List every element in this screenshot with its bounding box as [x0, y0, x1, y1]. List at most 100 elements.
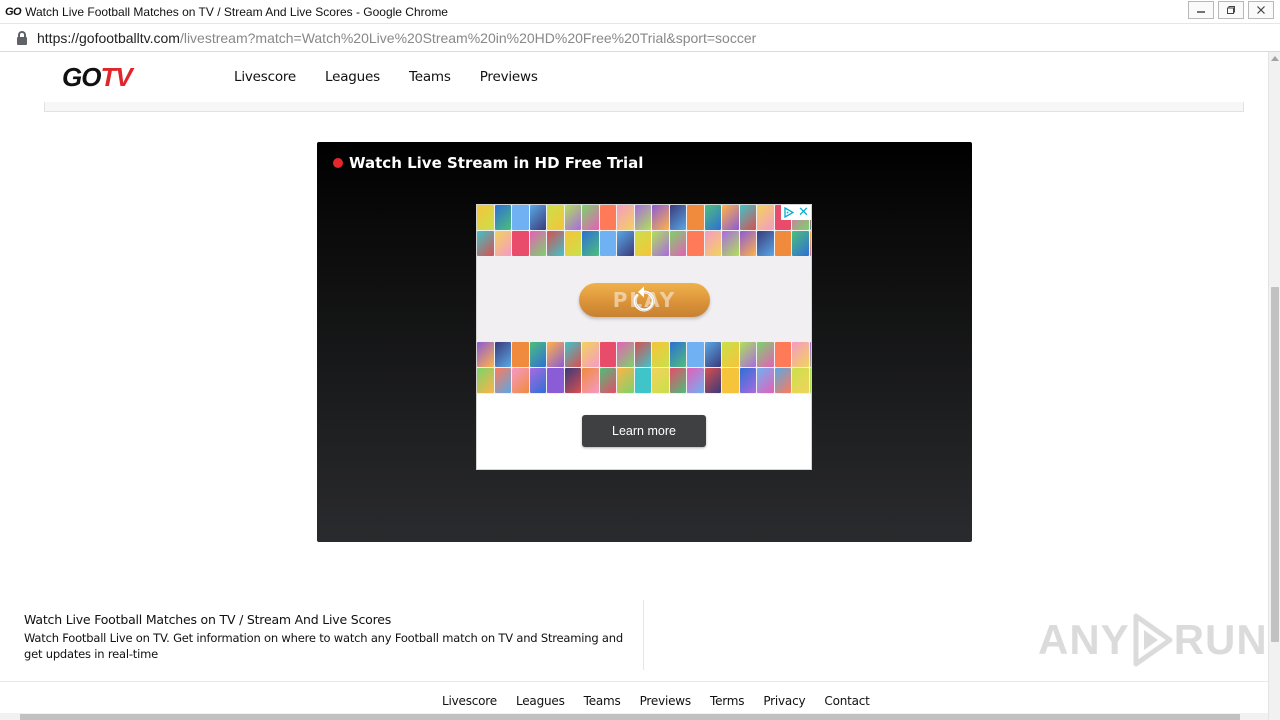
ad-game-thumbnail: [652, 205, 669, 230]
close-window-button[interactable]: [1248, 1, 1274, 19]
address-bar[interactable]: https://gofootballtv.com/livestream?matc…: [0, 24, 1280, 52]
ad-game-thumbnail: [704, 342, 721, 367]
main-nav: Livescore Leagues Teams Previews: [234, 69, 567, 85]
ad-game-thumbnail: [634, 342, 651, 367]
ad-game-thumbnail: [547, 231, 564, 256]
ad-game-thumbnail: [704, 368, 721, 393]
ad-game-thumbnail: [652, 368, 669, 393]
ad-game-thumbnail: [774, 342, 791, 367]
ad-game-thumbnail: [757, 231, 774, 256]
replay-icon[interactable]: [628, 285, 660, 317]
ad-game-thumbnail: [494, 342, 511, 367]
ad-game-thumbnail: [739, 231, 756, 256]
ad-game-thumbnail: [599, 342, 616, 367]
footer-info: Watch Live Football Matches on TV / Stre…: [24, 612, 644, 662]
ad-game-thumbnail: [722, 205, 739, 230]
nav-leagues[interactable]: Leagues: [325, 69, 380, 85]
footer-link-contact[interactable]: Contact: [824, 694, 869, 708]
vertical-scrollbar[interactable]: [1268, 52, 1280, 720]
close-icon: [1257, 6, 1265, 14]
footer-link-terms[interactable]: Terms: [710, 694, 745, 708]
ad-game-thumbnail: [739, 205, 756, 230]
nav-livescore[interactable]: Livescore: [234, 69, 296, 85]
site-logo[interactable]: GOTV: [62, 62, 133, 92]
video-player[interactable]: Watch Live Stream in HD Free Trial PLAY …: [317, 142, 972, 542]
ad-game-thumbnail: [634, 231, 651, 256]
ad-game-thumbnail: [634, 368, 651, 393]
footer-nav: Livescore Leagues Teams Previews Terms P…: [442, 694, 889, 708]
ad-game-thumbnail: [477, 368, 494, 393]
lock-icon[interactable]: [16, 30, 28, 45]
ad-game-thumbnail: [582, 342, 599, 367]
ad-image[interactable]: PLAY ✕: [477, 205, 811, 394]
ad-game-thumbnail: [512, 205, 529, 230]
ad-game-thumbnail: [617, 205, 634, 230]
restore-button[interactable]: [1218, 1, 1244, 19]
ad-game-thumbnail: [564, 205, 581, 230]
ad-game-thumbnail: [617, 368, 634, 393]
footer-link-privacy[interactable]: Privacy: [763, 694, 805, 708]
ad-game-thumbnail: [582, 231, 599, 256]
ad-game-thumbnail: [599, 231, 616, 256]
nav-previews[interactable]: Previews: [480, 69, 538, 85]
ad-game-thumbnail: [547, 205, 564, 230]
minimize-icon: [1197, 11, 1205, 13]
ad-game-thumbnail: [547, 368, 564, 393]
footer-link-leagues[interactable]: Leagues: [516, 694, 565, 708]
ad-choices[interactable]: ✕: [781, 205, 811, 220]
ad-tile-row: [477, 368, 811, 393]
nav-teams[interactable]: Teams: [409, 69, 451, 85]
ad-tile-row: [477, 205, 811, 230]
ad-game-thumbnail: [494, 231, 511, 256]
logo-go: GO: [62, 62, 101, 92]
ad-game-thumbnail: [687, 342, 704, 367]
adchoices-icon[interactable]: [781, 205, 796, 220]
ad-game-thumbnail: [477, 342, 494, 367]
ad-game-thumbnail: [564, 342, 581, 367]
horizontal-scroll-thumb[interactable]: [20, 714, 1240, 720]
ad-game-thumbnail: [757, 342, 774, 367]
ad-game-thumbnail: [652, 231, 669, 256]
ad-close-icon[interactable]: ✕: [796, 205, 811, 220]
ad-tile-row: [477, 231, 811, 256]
ad-game-thumbnail: [529, 205, 546, 230]
ad-game-thumbnail: [617, 342, 634, 367]
ad-game-thumbnail: [687, 368, 704, 393]
ad-game-thumbnail: [704, 231, 721, 256]
learn-more-button[interactable]: Learn more: [582, 415, 706, 447]
footer-title: Watch Live Football Matches on TV / Stre…: [24, 612, 392, 627]
ad-game-thumbnail: [809, 342, 811, 367]
ad-game-thumbnail: [494, 205, 511, 230]
ad-game-thumbnail: [722, 231, 739, 256]
ad-game-thumbnail: [774, 231, 791, 256]
watermark-right-text: RUN: [1173, 616, 1268, 663]
ad-game-thumbnail: [687, 205, 704, 230]
footer-divider: [643, 600, 644, 670]
ad-game-thumbnail: [722, 368, 739, 393]
ad-game-thumbnail: [669, 368, 686, 393]
favicon: GO: [5, 5, 22, 18]
ad-game-thumbnail: [774, 368, 791, 393]
footer-link-teams[interactable]: Teams: [584, 694, 621, 708]
watermark-left-text: ANY: [1038, 616, 1130, 663]
anyrun-watermark: ANY RUN: [1038, 612, 1268, 668]
footer-rule: [0, 681, 1268, 682]
ad-banner[interactable]: PLAY ✕ Learn more: [476, 204, 812, 470]
scroll-up-icon[interactable]: [1271, 56, 1279, 61]
ad-game-thumbnail: [599, 368, 616, 393]
ad-game-thumbnail: [617, 231, 634, 256]
logo-tv: TV: [100, 62, 132, 92]
vertical-scroll-thumb[interactable]: [1271, 287, 1279, 642]
ad-game-thumbnail: [512, 368, 529, 393]
ad-game-thumbnail: [529, 231, 546, 256]
ad-game-thumbnail: [757, 205, 774, 230]
url-field[interactable]: https://gofootballtv.com/livestream?matc…: [37, 30, 756, 46]
minimize-button[interactable]: [1188, 1, 1214, 19]
ad-game-thumbnail: [529, 368, 546, 393]
footer-link-livescore[interactable]: Livescore: [442, 694, 497, 708]
ad-game-thumbnail: [704, 205, 721, 230]
site-header: GOTV Livescore Leagues Teams Previews: [0, 52, 1268, 102]
footer-description: Watch Football Live on TV. Get informati…: [24, 631, 623, 661]
horizontal-scrollbar[interactable]: [0, 713, 1268, 720]
footer-link-previews[interactable]: Previews: [640, 694, 692, 708]
